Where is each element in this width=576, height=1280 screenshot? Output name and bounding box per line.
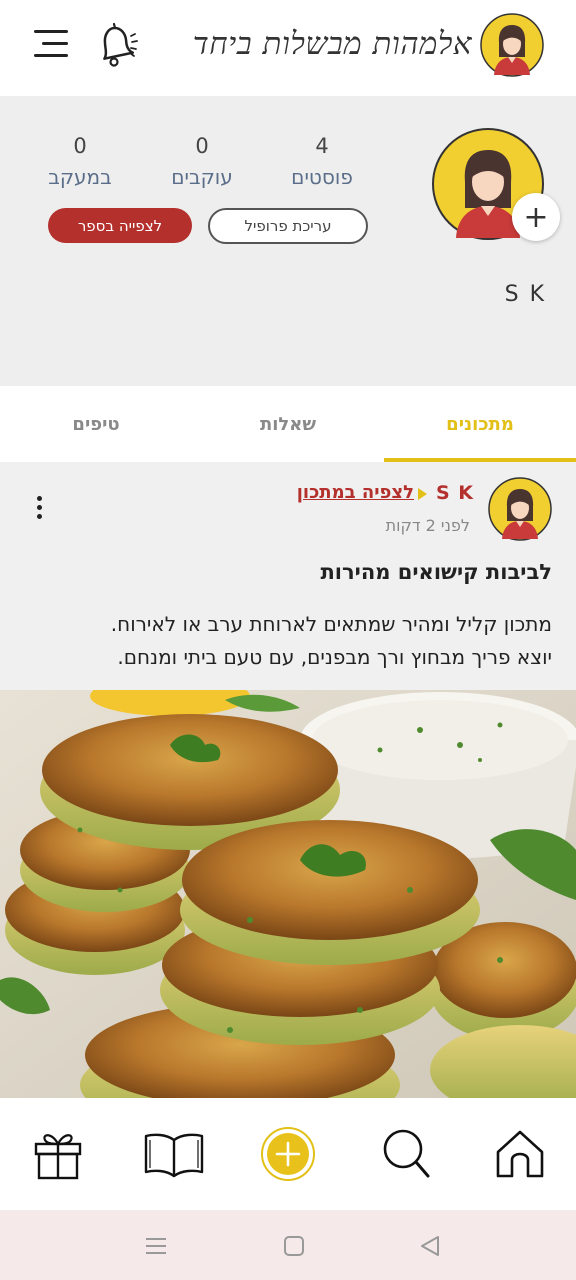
book-icon[interactable] [142, 1126, 206, 1182]
stat-following[interactable]: 0 במעקב [20, 132, 140, 192]
view-book-button[interactable]: לצפייה בספר [48, 208, 192, 243]
tab-questions[interactable]: שאלות [192, 386, 384, 462]
app-header: אלמהות מבשלות ביחד [0, 0, 576, 96]
post-description-line-1: מתכון קליל ומהיר שמתאים לארוחת ערב או לא… [110, 612, 552, 636]
stat-followers-value: 0 [195, 134, 209, 158]
post-author-avatar[interactable] [488, 477, 552, 541]
caret-right-icon [418, 488, 427, 500]
system-navigation-bar [0, 1210, 576, 1280]
stat-followers[interactable]: 0 עוקבים [142, 132, 262, 192]
post-title: לביבות קישואים מהירות [320, 560, 552, 584]
recipe-photo[interactable] [0, 690, 576, 1098]
more-options-icon[interactable] [30, 494, 50, 522]
content-tabs: מתכונים שאלות טיפים [0, 386, 576, 462]
recent-apps-icon[interactable] [142, 1232, 170, 1260]
post-description-line-2: יוצא פריך מבחוץ ורך מבפנים, עם טעם ביתי … [117, 645, 552, 669]
tab-tips[interactable]: טיפים [0, 386, 192, 462]
stat-followers-label: עוקבים [171, 165, 233, 189]
stat-following-label: במעקב [48, 165, 112, 189]
post-timestamp: לפני 2 דקות [385, 516, 470, 535]
post-author-name[interactable]: S K [420, 482, 474, 504]
add-icon[interactable] [260, 1126, 316, 1182]
home-system-icon[interactable] [280, 1232, 308, 1260]
stat-posts-value: 4 [315, 134, 329, 158]
tab-recipes[interactable]: מתכונים [384, 386, 576, 462]
stat-following-value: 0 [73, 134, 87, 158]
app-title: אלמהות מבשלות ביחד [192, 26, 472, 62]
post-description: מתכון קליל ומהיר שמתאים לארוחת ערב או לא… [24, 608, 552, 674]
stat-posts[interactable]: 4 פוסטים [262, 132, 382, 192]
home-icon[interactable] [492, 1126, 548, 1182]
recipe-post: S K לצפיה במתכון לפני 2 דקות לביבות קישו… [0, 462, 576, 1098]
bell-icon[interactable] [88, 18, 142, 72]
gift-icon[interactable] [30, 1126, 86, 1182]
edit-profile-button[interactable]: עריכת פרופיל [208, 208, 368, 244]
bottom-navigation [0, 1098, 576, 1210]
search-icon[interactable] [378, 1126, 434, 1182]
profile-section: + 4 פוסטים 0 עוקבים 0 במעקב עריכת פרופיל… [0, 96, 576, 386]
add-photo-button[interactable]: + [512, 193, 560, 241]
user-avatar[interactable] [480, 13, 544, 77]
hamburger-menu-icon[interactable] [30, 28, 68, 60]
back-icon[interactable] [416, 1232, 444, 1260]
stat-posts-label: פוסטים [291, 165, 353, 189]
view-recipe-link[interactable]: לצפיה במתכון [262, 482, 414, 503]
profile-name: S K [504, 282, 546, 307]
